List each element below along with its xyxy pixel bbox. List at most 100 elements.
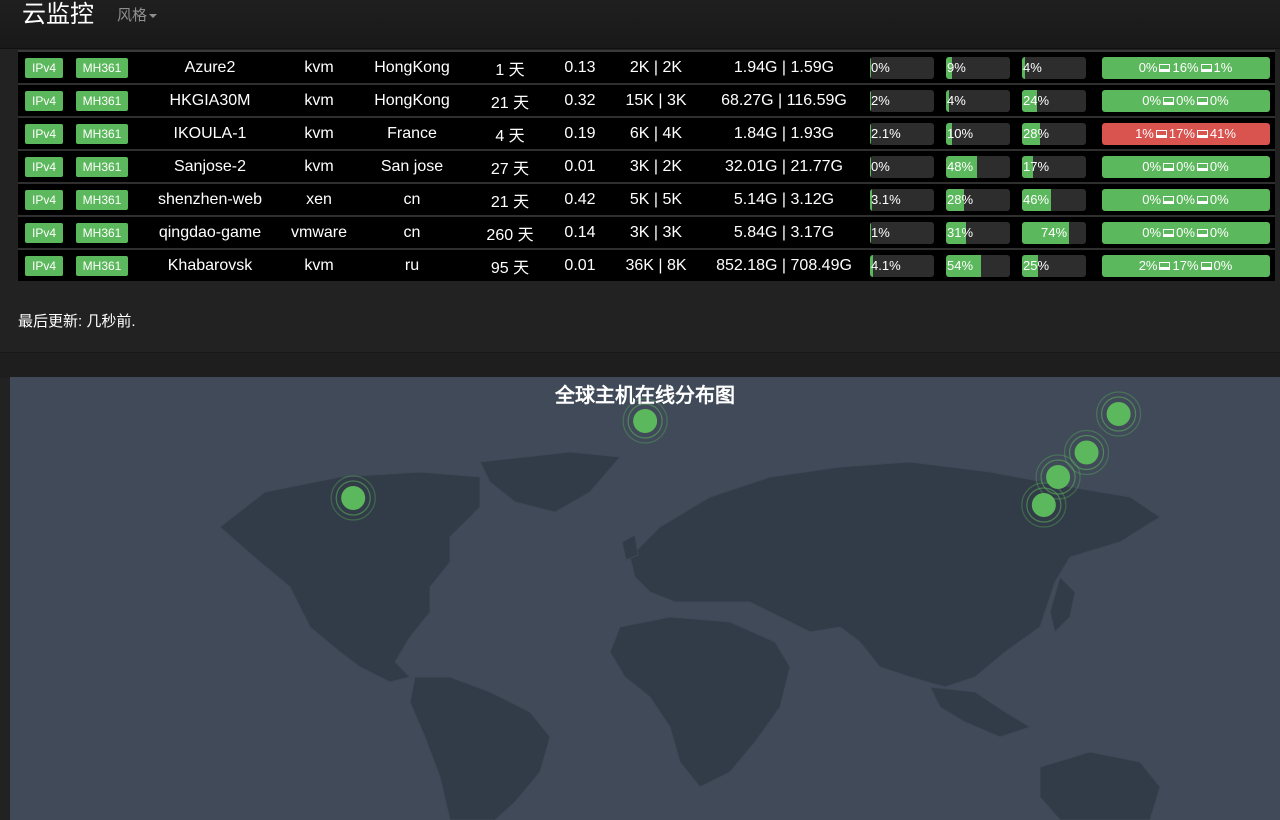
- hdd-cell: 4%: [1020, 50, 1096, 84]
- computer-icon: [1163, 196, 1175, 205]
- server-type: kvm: [286, 83, 352, 117]
- server-location: HongKong: [352, 83, 472, 117]
- ram-progress: 31%: [946, 221, 1010, 244]
- server-name: Azure2: [134, 50, 286, 84]
- status-a: 2%: [1138, 257, 1158, 273]
- hdd-value: 46%: [1023, 191, 1050, 207]
- map-marker-qingdao-game[interactable]: [1074, 440, 1099, 465]
- server-row[interactable]: IPv4 MH361 HKGIA30M kvm HongKong 21 天 0.32 15K …: [18, 83, 1275, 117]
- host-tag-badge: MH361: [75, 90, 129, 111]
- server-traffic: 5.84G | 3.17G: [700, 215, 868, 249]
- cpu-progress: 0%: [870, 155, 934, 178]
- server-type: vmware: [286, 215, 352, 249]
- ram-progress: 10%: [946, 122, 1010, 145]
- ipv-badge: IPv4: [24, 156, 63, 177]
- server-uptime: 260 天: [472, 215, 548, 249]
- status-bar: 0% 0% 0%: [1101, 89, 1270, 112]
- cpu-cell: 3.1%: [868, 182, 944, 216]
- cpu-cell: 1%: [868, 215, 944, 249]
- server-network: 2K | 2K: [612, 50, 700, 84]
- server-row[interactable]: IPv4 MH361 shenzhen-web xen cn 21 天 0.42 5K | 5…: [18, 182, 1275, 216]
- ram-value: 54%: [947, 257, 974, 273]
- host-tag-badge: MH361: [75, 156, 129, 177]
- style-dropdown[interactable]: 风格: [117, 4, 158, 25]
- ipv-cell: IPv4: [18, 83, 70, 117]
- map-marker-san-jose[interactable]: [341, 486, 366, 510]
- ipv-badge: IPv4: [24, 57, 63, 78]
- server-row[interactable]: IPv4 MH361 Khabarovsk kvm ru 95 天 0.01 36K | 8K…: [18, 248, 1275, 281]
- brand-title[interactable]: 云监控: [22, 0, 94, 30]
- ipv-cell: IPv4: [18, 50, 70, 84]
- computer-icon: [1196, 130, 1208, 139]
- server-load: 0.13: [548, 50, 612, 84]
- map-marker-hongkong[interactable]: [1046, 465, 1071, 489]
- computer-icon: [1196, 196, 1208, 205]
- status-bar: 0% 16% 1%: [1101, 56, 1270, 79]
- server-network: 3K | 3K: [612, 215, 700, 249]
- ram-progress: 9%: [946, 56, 1010, 79]
- hdd-value: 28%: [1023, 125, 1050, 141]
- server-row[interactable]: IPv4 MH361 qingdao-game vmware cn 260 天 0.14 3K…: [18, 215, 1275, 249]
- computer-icon: [1159, 262, 1171, 271]
- status-c: 0%: [1209, 158, 1229, 174]
- server-row[interactable]: IPv4 MH361 Azure2 kvm HongKong 1 天 0.13 2K | 2K…: [18, 50, 1275, 84]
- status-cell: 0% 0% 0%: [1096, 83, 1275, 117]
- hdd-progress: 74%: [1022, 221, 1086, 244]
- map-marker-france[interactable]: [633, 409, 658, 433]
- server-row[interactable]: IPv4 MH361 Sanjose-2 kvm San jose 27 天 0.01 3K …: [18, 149, 1275, 183]
- navbar: 云监控 风格: [0, 0, 1280, 49]
- hdd-cell: 74%: [1020, 215, 1096, 249]
- ipv-badge: IPv4: [24, 90, 63, 111]
- land-greenland: [479, 451, 622, 513]
- ram-cell: 9%: [944, 50, 1020, 84]
- status-a: 0%: [1142, 191, 1162, 207]
- server-traffic: 32.01G | 21.77G: [700, 149, 868, 183]
- status-c: 0%: [1213, 257, 1233, 273]
- server-name: IKOULA-1: [134, 116, 286, 150]
- server-location: cn: [352, 215, 472, 249]
- status-b: 16%: [1172, 59, 1199, 75]
- map-header-strip: [0, 352, 1280, 378]
- status-bar: 0% 0% 0%: [1101, 188, 1270, 211]
- ipv-badge: IPv4: [24, 189, 63, 210]
- ram-progress: 48%: [946, 155, 1010, 178]
- ram-value: 4%: [947, 92, 966, 108]
- status-bar: 0% 0% 0%: [1101, 155, 1270, 178]
- world-map-panel: 全球主机在线分布图: [10, 377, 1280, 820]
- cpu-progress: 4.1%: [870, 254, 934, 277]
- status-bar: 2% 17% 0%: [1101, 254, 1270, 277]
- status-b: 17%: [1168, 125, 1195, 141]
- server-traffic: 1.94G | 1.59G: [700, 50, 868, 84]
- cpu-cell: 0%: [868, 50, 944, 84]
- server-row[interactable]: IPv4 MH361 IKOULA-1 kvm France 4 天 0.19 6K | 4K…: [18, 116, 1275, 150]
- ram-value: 28%: [947, 191, 974, 207]
- ipv-badge: IPv4: [24, 222, 63, 243]
- status-cell: 0% 0% 0%: [1096, 149, 1275, 183]
- status-bar: 0% 0% 0%: [1101, 221, 1270, 244]
- cpu-value: 4.1%: [871, 257, 901, 273]
- status-cell: 2% 17% 0%: [1096, 248, 1275, 281]
- status-cell: 0% 0% 0%: [1096, 215, 1275, 249]
- cpu-value: 0%: [871, 158, 890, 174]
- status-a: 0%: [1142, 158, 1162, 174]
- cpu-cell: 2.1%: [868, 116, 944, 150]
- ram-cell: 28%: [944, 182, 1020, 216]
- cpu-progress: 2%: [870, 89, 934, 112]
- status-a: 0%: [1142, 92, 1162, 108]
- ram-value: 9%: [947, 59, 966, 75]
- tag-cell: MH361: [70, 50, 134, 84]
- computer-icon: [1163, 229, 1175, 238]
- land-southeast-asia: [929, 686, 1032, 738]
- hdd-cell: 25%: [1020, 248, 1096, 281]
- server-traffic: 1.84G | 1.93G: [700, 116, 868, 150]
- cpu-value: 1%: [871, 224, 890, 240]
- server-location: ru: [352, 248, 472, 281]
- hdd-progress: 17%: [1022, 155, 1086, 178]
- map-marker-shenzhen-web[interactable]: [1031, 493, 1056, 517]
- status-c: 0%: [1209, 224, 1229, 240]
- hdd-progress: 4%: [1022, 56, 1086, 79]
- server-name: Sanjose-2: [134, 149, 286, 183]
- server-type: xen: [286, 182, 352, 216]
- server-network: 3K | 2K: [612, 149, 700, 183]
- hdd-progress: 25%: [1022, 254, 1086, 277]
